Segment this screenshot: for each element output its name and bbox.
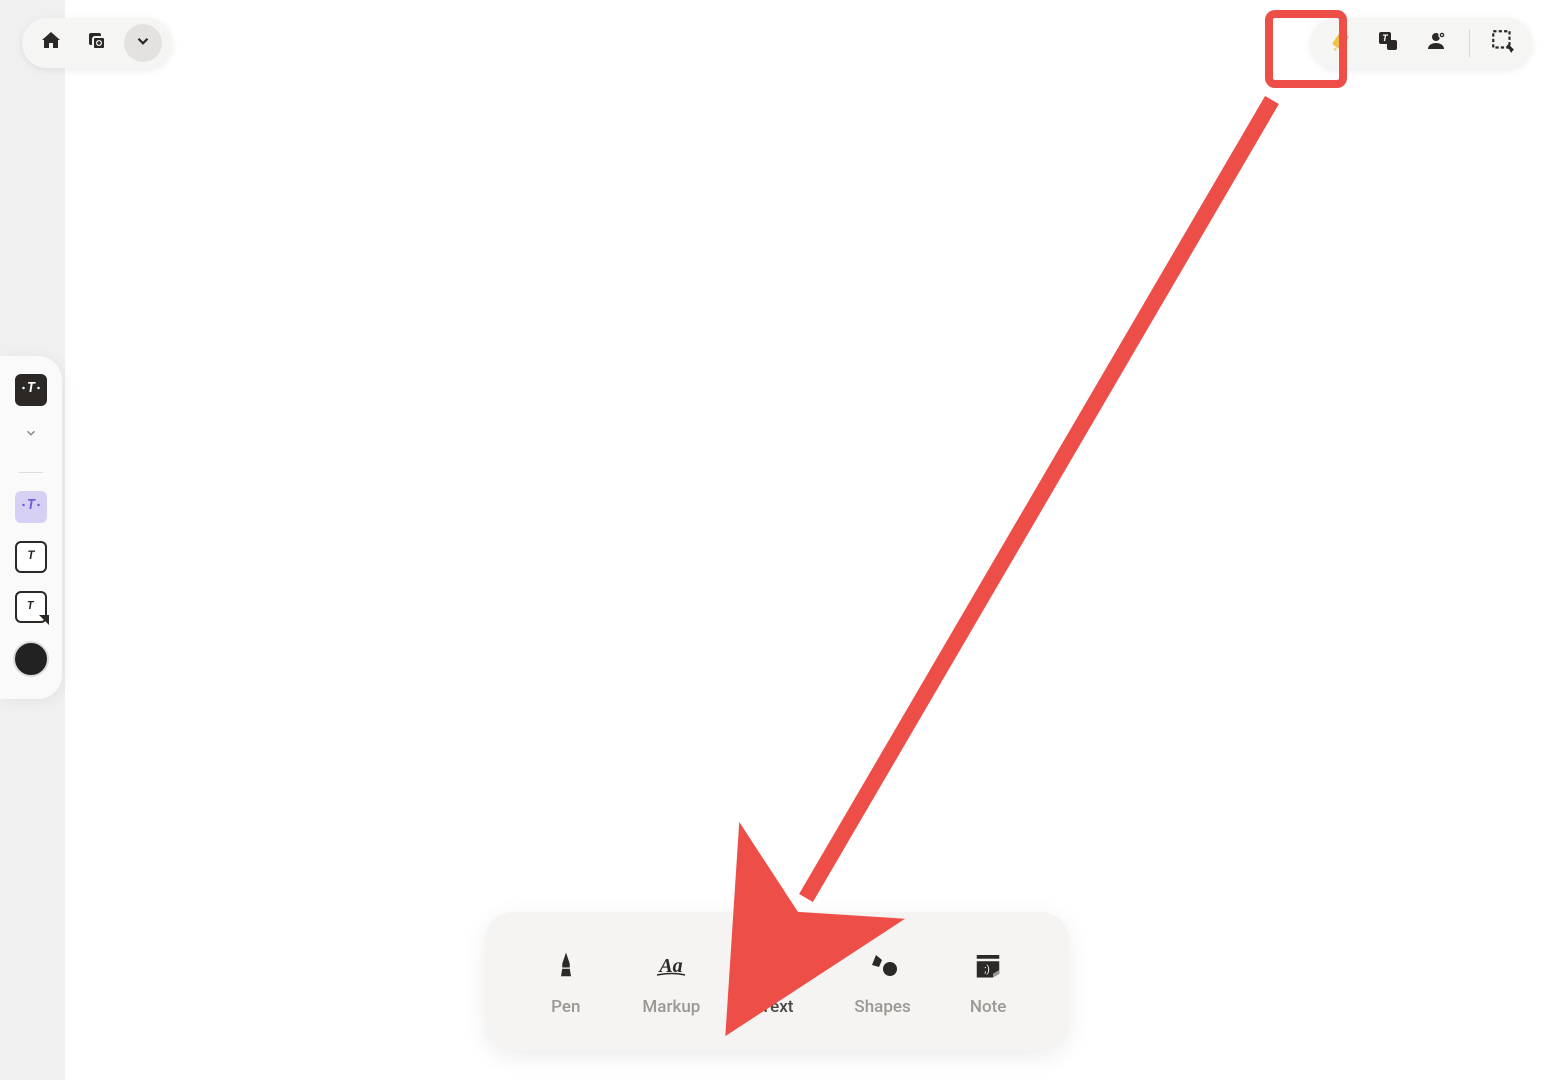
pen-icon — [546, 945, 586, 985]
markup-icon: Aa — [651, 945, 691, 985]
pen-label: Pen — [551, 997, 580, 1017]
note-label: Note — [970, 997, 1006, 1017]
text-tool-button[interactable]: T Text — [729, 945, 825, 1017]
annotate-button[interactable] — [1321, 24, 1359, 62]
text-stamp-icon: T — [1376, 29, 1400, 57]
image-button[interactable] — [1417, 24, 1455, 62]
top-right-toolbar: T — [1311, 18, 1532, 68]
text-style-sticky-button[interactable]: T — [15, 591, 47, 623]
text-sticky-icon: T — [22, 596, 40, 618]
text-bordered-icon: T — [22, 546, 40, 568]
expand-button[interactable] — [124, 24, 162, 62]
note-tool-button[interactable]: ;) Note — [940, 945, 1036, 1017]
pages-button[interactable] — [78, 24, 116, 62]
markup-tool-button[interactable]: Aa Markup — [623, 945, 719, 1017]
lasso-icon — [1490, 28, 1516, 58]
image-person-icon — [1424, 29, 1448, 57]
text-style-bordered-button[interactable]: T — [15, 541, 47, 573]
toolbar-separator — [1469, 29, 1470, 57]
text-label: Text — [761, 997, 794, 1017]
lasso-button[interactable] — [1484, 24, 1522, 62]
chevron-down-icon — [24, 425, 38, 444]
chevron-down-icon — [134, 32, 152, 54]
markup-label: Markup — [642, 997, 700, 1017]
svg-text:T: T — [27, 548, 35, 562]
text-tool-icon: T — [757, 945, 797, 985]
shapes-tool-button[interactable]: Shapes — [835, 945, 931, 1017]
text-boxed-icon: T — [21, 495, 41, 519]
text-style-side-panel: T T T T — [0, 356, 62, 699]
shapes-label: Shapes — [854, 997, 910, 1017]
svg-text:T: T — [27, 599, 35, 612]
text-style-expand-button[interactable] — [15, 418, 47, 450]
text-color-swatch[interactable] — [13, 641, 49, 677]
text-style-boxed-button[interactable]: T — [15, 491, 47, 523]
shapes-icon — [863, 945, 903, 985]
highlighter-icon — [1328, 29, 1352, 57]
svg-text:T: T — [27, 381, 36, 396]
top-left-toolbar — [22, 18, 172, 68]
svg-text:;): ;) — [984, 964, 990, 976]
corner-fold — [39, 615, 49, 625]
text-style-header-button[interactable]: T — [15, 374, 47, 406]
svg-text:T: T — [27, 498, 36, 513]
layers-icon — [85, 29, 109, 57]
home-icon — [39, 29, 63, 57]
svg-text:T: T — [772, 957, 782, 975]
home-button[interactable] — [32, 24, 70, 62]
text-header-icon: T — [21, 378, 41, 402]
text-stamp-button[interactable]: T — [1369, 24, 1407, 62]
side-separator — [19, 472, 43, 473]
pen-tool-button[interactable]: Pen — [518, 945, 614, 1017]
bottom-tools-toolbar: Pen Aa Markup T Text Shapes ;) Note — [485, 912, 1069, 1050]
note-icon: ;) — [968, 945, 1008, 985]
